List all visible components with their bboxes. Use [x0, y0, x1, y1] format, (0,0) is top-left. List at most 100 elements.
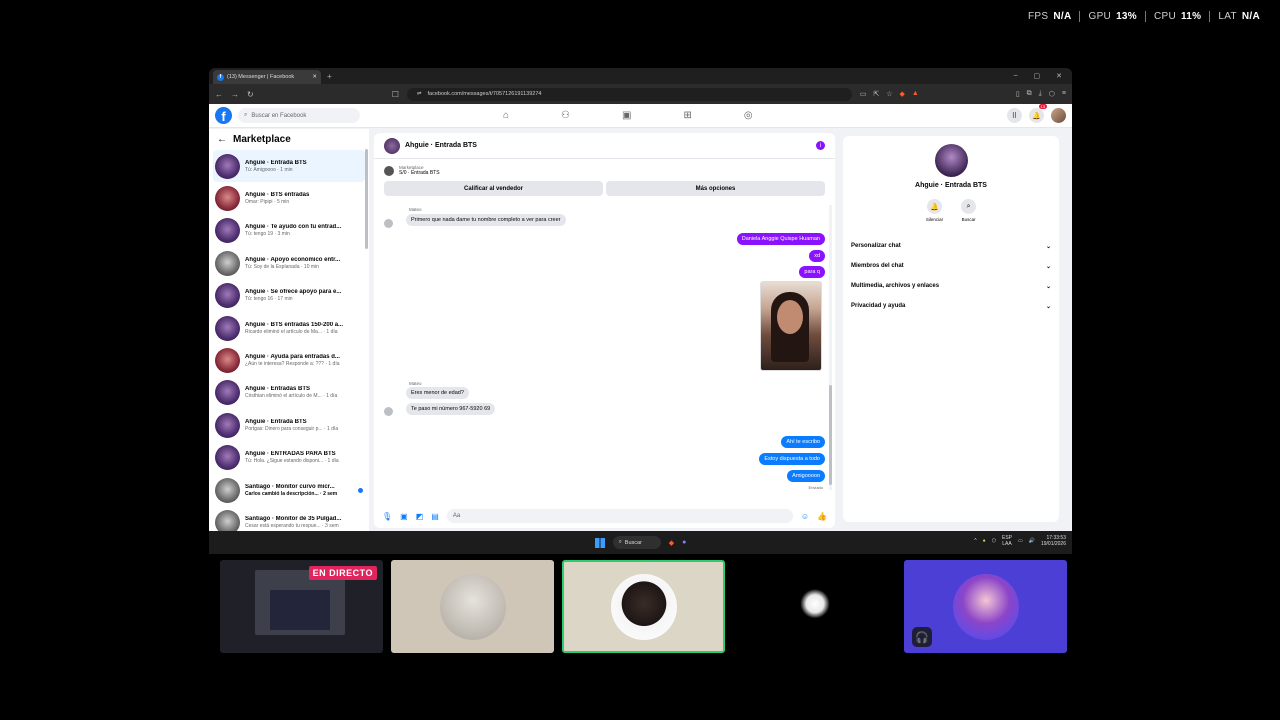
extensions-icon[interactable]: ⧉: [1027, 90, 1032, 98]
marketplace-listing[interactable]: Marketplace S/0 · Entrada BTS: [374, 159, 835, 178]
conversation-item[interactable]: Ahguie · BTS entradas Omar: Pipipi · 5 mi…: [209, 182, 369, 214]
volume-icon[interactable]: 🔊: [1029, 538, 1035, 544]
windows-start-icon[interactable]: [594, 537, 605, 548]
screen-icon[interactable]: ▭: [860, 90, 867, 98]
gif-icon[interactable]: ▤: [431, 512, 439, 521]
details-name: Ahguie · Entrada BTS: [915, 182, 987, 189]
menu-icon[interactable]: ≡: [1062, 90, 1066, 98]
tray-app-icon[interactable]: ●: [983, 538, 986, 544]
url-field[interactable]: ⇌ facebook.com/messages/t/705712619113927…: [406, 87, 852, 101]
option-privacy[interactable]: Privacidad y ayuda ⌄: [843, 296, 1059, 316]
conversation-item[interactable]: Santiago · Monitor de 35 Pulgad... Cesar …: [209, 506, 369, 531]
conversation-item[interactable]: Ahguie · Ayuda para entradas d... ¿Aún te…: [209, 344, 369, 376]
marketplace-icon[interactable]: ⊞: [683, 110, 691, 121]
conversation-item[interactable]: Ahguie · BTS entradas 150-200 a... Ricard…: [209, 312, 369, 344]
conversation-name: Ahguie · BTS entradas: [245, 192, 310, 199]
star-icon[interactable]: ☆: [886, 90, 892, 98]
participant-tile-active[interactable]: [562, 560, 725, 653]
details-avatar[interactable]: [934, 144, 968, 177]
conversation-snippet: Portgas: Dinero para conseguir p... · 1 …: [245, 425, 339, 432]
tray-expand-icon[interactable]: ^: [974, 538, 976, 544]
conversation-name: Ahguie · Entrada BTS: [245, 418, 307, 425]
minimize-icon[interactable]: –: [1014, 72, 1018, 80]
screen-share-tile[interactable]: EN DIRECTO: [220, 560, 383, 653]
chevron-down-icon: ⌄: [1045, 303, 1051, 310]
option-customize-chat[interactable]: Personalizar chat ⌄: [843, 236, 1059, 256]
download-icon[interactable]: ⤓: [1039, 90, 1042, 98]
conversation-item[interactable]: Ahguie · Apoyo económico entr... Tú: Soy …: [209, 247, 369, 279]
video-icon[interactable]: ▣: [622, 110, 631, 121]
conversation-item[interactable]: Ahguie · Entrada BTS Tú: Amigoooo · 1 min: [213, 150, 365, 183]
menu-grid-icon[interactable]: ⠿: [1007, 108, 1022, 123]
maximize-icon[interactable]: ▢: [1034, 72, 1041, 80]
new-tab-icon[interactable]: +: [327, 72, 332, 81]
info-icon[interactable]: i: [816, 141, 825, 150]
conversation-item[interactable]: Ahguie · Entrada BTS Portgas: Dinero para…: [209, 409, 369, 441]
sidebar-toggle-icon[interactable]: ▯: [1016, 90, 1020, 98]
conversation-snippet: Tú: tengo 16 · 17 min: [245, 296, 293, 303]
back-arrow-icon[interactable]: ←: [217, 134, 227, 145]
image-icon[interactable]: ▣: [400, 512, 408, 521]
chat-scrollbar[interactable]: [829, 205, 832, 490]
reload-icon[interactable]: ↻: [247, 90, 254, 99]
search-placeholder: Buscar en Facebook: [251, 112, 307, 119]
tray-app2-icon[interactable]: ⬡: [992, 538, 996, 544]
perf-overlay: FPS N/A GPU 13% CPU 11% LAT N/A: [1020, 11, 1268, 22]
address-bar-row: ← → ↻ ☐ ⇌ facebook.com/messages/t/7057126…: [209, 84, 1072, 104]
conversation-item[interactable]: Santiago · Monitor curvo micr... Carlos c…: [209, 474, 369, 506]
rewards-icon[interactable]: ▲: [912, 90, 919, 98]
option-media[interactable]: Multimedia, archivos y enlaces ⌄: [843, 276, 1059, 296]
chat-title[interactable]: Ahguie · Entrada BTS: [405, 142, 477, 149]
like-icon[interactable]: 👍: [817, 512, 827, 521]
groups-icon[interactable]: ◎: [744, 110, 753, 121]
conversation-item[interactable]: Ahguie · Te ayudo con tu entrad... Tú: te…: [209, 215, 369, 247]
participant-tile[interactable]: 🎧: [904, 560, 1067, 653]
more-options-button[interactable]: Más opciones: [606, 181, 825, 196]
sidebar-header: ← Marketplace: [209, 129, 369, 150]
network-icon[interactable]: ▭: [1018, 538, 1023, 544]
facebook-logo-icon[interactable]: f: [215, 107, 232, 124]
profile-avatar[interactable]: [1051, 108, 1066, 123]
sticker-icon[interactable]: ◩: [416, 512, 424, 521]
friends-icon[interactable]: ⚇: [561, 110, 570, 121]
browser-tab[interactable]: f (13) Messenger | Facebook ✕: [213, 70, 321, 84]
lang-secondary: LAA: [1002, 541, 1012, 547]
close-window-icon[interactable]: ✕: [1056, 72, 1062, 80]
fb-top-nav: f ⌕ Buscar en Facebook ⌂ ⚇ ▣ ⊞ ◎ ⠿ 🔔 13: [209, 104, 1072, 128]
brave-browser-icon[interactable]: ◆: [669, 539, 674, 547]
emoji-icon[interactable]: ☺: [801, 512, 809, 521]
mute-button[interactable]: 🔔 Silenciar: [926, 199, 943, 222]
participant-tile[interactable]: [391, 560, 554, 653]
brave-shield-icon[interactable]: ◆: [899, 90, 904, 98]
notifications-icon[interactable]: 🔔 13: [1029, 104, 1047, 123]
fb-search-input[interactable]: ⌕ Buscar en Facebook: [238, 108, 360, 123]
search-chat-button[interactable]: ⌕ Buscar: [961, 199, 977, 222]
home-icon[interactable]: ⌂: [503, 110, 509, 121]
vpn-icon[interactable]: ⬡: [1049, 90, 1055, 98]
chevron-down-icon: ⌄: [1045, 263, 1051, 270]
language-indicator[interactable]: ESP LAA: [1002, 535, 1012, 547]
clock[interactable]: 17:33:53 19/01/2026: [1041, 535, 1066, 547]
participant-tile[interactable]: [733, 560, 896, 653]
conversation-avatar: [215, 218, 240, 244]
conversation-item[interactable]: Ahguie · Se ofrece apoyo para e... Tú: te…: [209, 280, 369, 312]
bookmark-icon[interactable]: ☐: [392, 90, 399, 99]
conversation-item[interactable]: Ahguie · Entradas BTS Cristhian eliminó e…: [209, 377, 369, 409]
message-input[interactable]: Aa: [446, 509, 793, 523]
forward-icon[interactable]: →: [231, 90, 239, 99]
mic-icon[interactable]: 🎙: [382, 512, 392, 521]
sidebar-scrollbar[interactable]: [365, 149, 368, 249]
chat-avatar[interactable]: [384, 137, 400, 154]
conversation-item[interactable]: Ahguie · ENTRADAS PARA BTS Tú: Hola. ¿Sig…: [209, 442, 369, 474]
option-chat-members[interactable]: Miembros del chat ⌄: [843, 256, 1059, 276]
close-tab-icon[interactable]: ✕: [312, 74, 317, 80]
site-info-icon[interactable]: ⇌: [417, 91, 422, 97]
shared-photo[interactable]: [760, 281, 822, 371]
taskbar-center: ⌕ Buscar ◆ ●: [594, 536, 686, 549]
conversation-name: Ahguie · Te ayudo con tu entrad...: [245, 224, 342, 231]
rate-seller-button[interactable]: Calificar al vendedor: [384, 181, 603, 196]
taskbar-search[interactable]: ⌕ Buscar: [612, 536, 661, 549]
share-icon[interactable]: ⇱: [873, 90, 879, 98]
discord-icon[interactable]: ●: [682, 539, 686, 546]
back-icon[interactable]: ←: [215, 90, 223, 99]
